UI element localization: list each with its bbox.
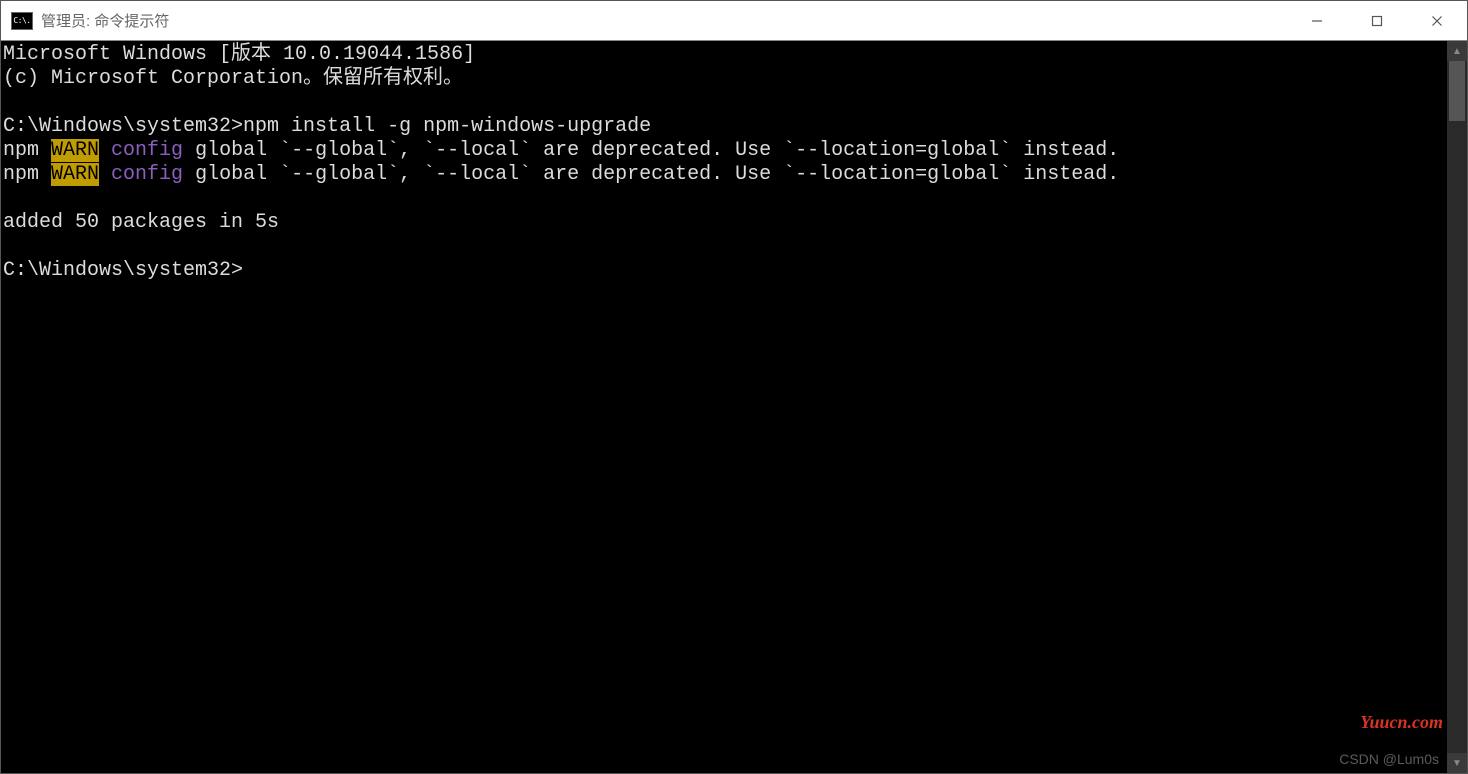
command-prompt-window: C:\. 管理员: 命令提示符 Microsoft Windows [版本 10… <box>0 0 1468 774</box>
maximize-button[interactable] <box>1347 1 1407 40</box>
warn-rest-2: global `--global`, `--local` are depreca… <box>183 163 1119 186</box>
copyright-line: (c) Microsoft Corporation。保留所有权利。 <box>3 67 463 90</box>
prompt-2: C:\Windows\system32> <box>3 259 243 282</box>
prompt-1: C:\Windows\system32> <box>3 115 243 138</box>
maximize-icon <box>1371 15 1383 27</box>
terminal-area: Microsoft Windows [版本 10.0.19044.1586] (… <box>1 41 1467 773</box>
warn-config-1: config <box>111 139 183 162</box>
chevron-up-icon: ▲ <box>1452 46 1462 57</box>
warn-line-2-prefix: npm <box>3 163 51 186</box>
window-title: 管理员: 命令提示符 <box>41 10 1287 31</box>
added-packages-line: added 50 packages in 5s <box>3 211 279 234</box>
window-controls <box>1287 1 1467 40</box>
warn-tag-2: WARN <box>51 163 99 186</box>
version-line: Microsoft Windows [版本 10.0.19044.1586] <box>3 43 475 66</box>
watermark-csdn: CSDN @Lum0s <box>1339 751 1439 767</box>
cmd-icon: C:\. <box>11 12 33 30</box>
watermark-yuucn: Yuucn.com <box>1360 712 1443 733</box>
warn-space-1 <box>99 139 111 162</box>
close-button[interactable] <box>1407 1 1467 40</box>
vertical-scrollbar[interactable]: ▲ ▼ <box>1447 41 1467 773</box>
scroll-thumb[interactable] <box>1449 61 1465 121</box>
warn-rest-1: global `--global`, `--local` are depreca… <box>183 139 1119 162</box>
warn-tag-1: WARN <box>51 139 99 162</box>
close-icon <box>1431 15 1443 27</box>
warn-space-2 <box>99 163 111 186</box>
minimize-button[interactable] <box>1287 1 1347 40</box>
chevron-down-icon: ▼ <box>1452 758 1462 769</box>
scroll-down-button[interactable]: ▼ <box>1447 753 1467 773</box>
titlebar[interactable]: C:\. 管理员: 命令提示符 <box>1 1 1467 41</box>
warn-config-2: config <box>111 163 183 186</box>
terminal-output[interactable]: Microsoft Windows [版本 10.0.19044.1586] (… <box>1 41 1447 773</box>
scroll-up-button[interactable]: ▲ <box>1447 41 1467 61</box>
warn-line-1-prefix: npm <box>3 139 51 162</box>
command-1: npm install -g npm-windows-upgrade <box>243 115 651 138</box>
minimize-icon <box>1311 15 1323 27</box>
